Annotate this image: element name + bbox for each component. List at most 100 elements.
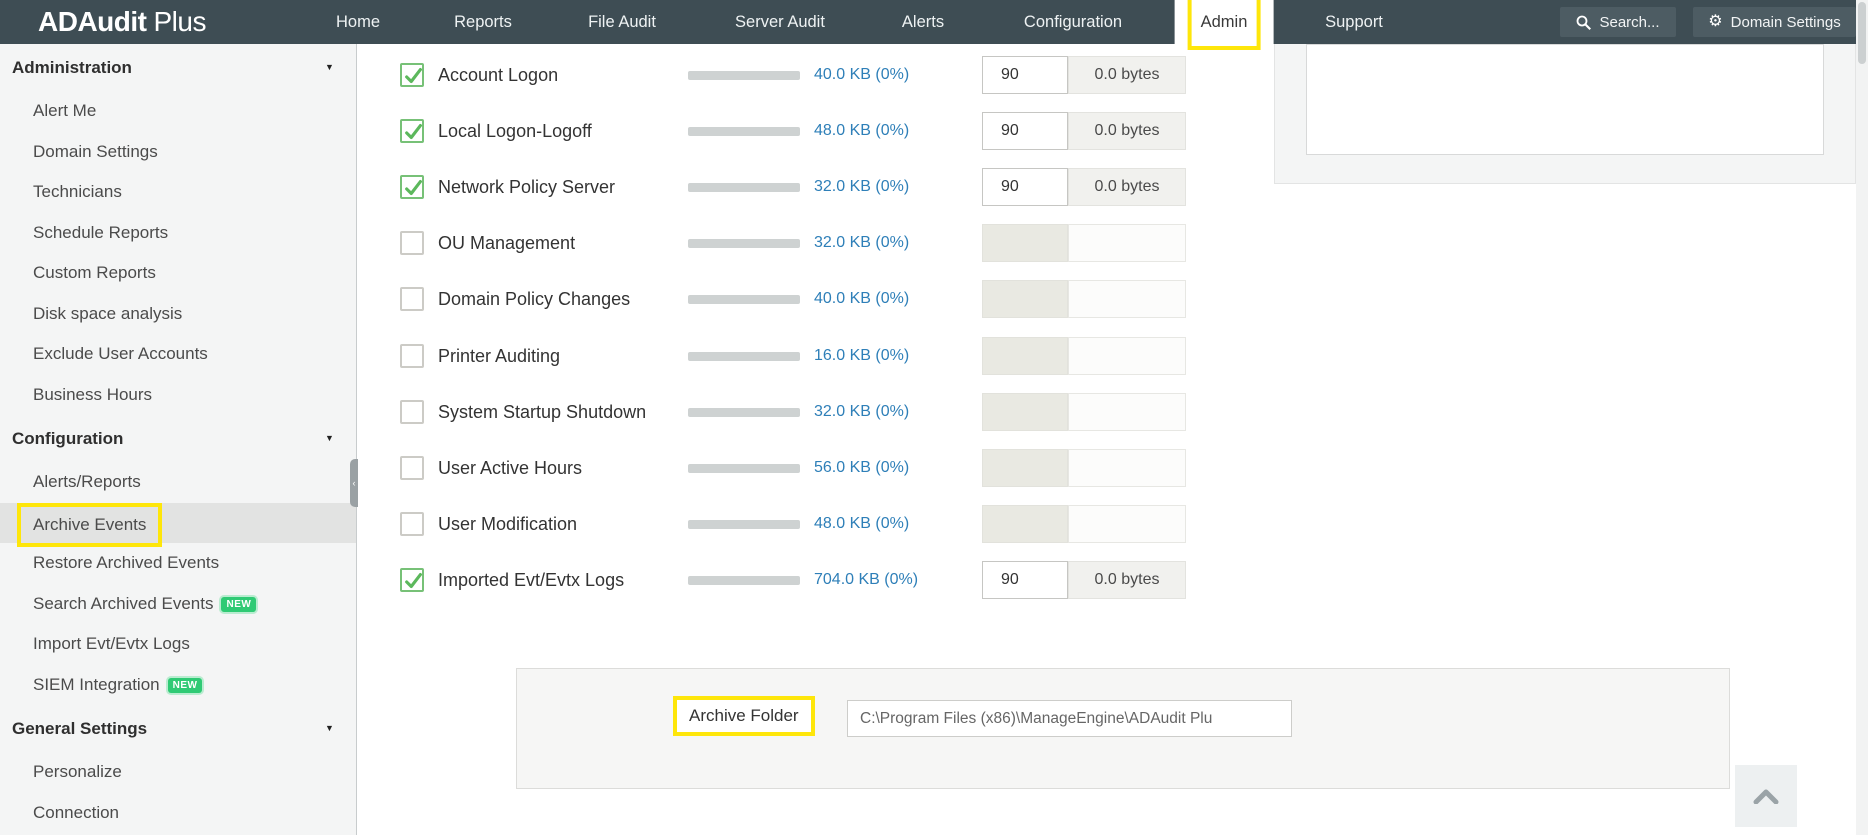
- sidebar-item-archive-events[interactable]: Archive Events: [0, 503, 356, 544]
- scrollbar-thumb[interactable]: [1858, 2, 1866, 64]
- sidebar-item-label: Alerts/Reports: [33, 472, 141, 491]
- category-label: Local Logon-Logoff: [438, 103, 592, 159]
- nav-item-reports[interactable]: Reports: [454, 0, 512, 44]
- info-panel: [1274, 44, 1856, 184]
- sidebar-item-label: Alert Me: [33, 101, 96, 120]
- retention-days-input-disabled: [982, 280, 1068, 318]
- brand-name-light: Plus: [153, 6, 205, 37]
- category-size-link[interactable]: 40.0 KB (0%): [814, 47, 909, 103]
- sidebar-section-administration[interactable]: Administration▼: [0, 44, 356, 91]
- checkbox-unchecked[interactable]: [400, 287, 424, 311]
- archived-size-readonly: 0.0 bytes: [1068, 561, 1186, 599]
- disk-usage-progress-bar: [688, 464, 800, 473]
- new-badge: NEW: [221, 597, 256, 612]
- sidebar-item-import-evt-evtx-logs[interactable]: Import Evt/Evtx Logs: [0, 624, 356, 665]
- nav-item-admin[interactable]: Admin: [1175, 0, 1274, 44]
- search-icon: [1576, 15, 1591, 30]
- sidebar-item-domain-settings[interactable]: Domain Settings: [0, 132, 356, 173]
- archived-size-readonly: 0.0 bytes: [1068, 56, 1186, 94]
- checkmark-icon: [403, 121, 425, 143]
- nav-item-alerts[interactable]: Alerts: [902, 0, 944, 44]
- disk-usage-progress-bar: [688, 183, 800, 192]
- sidebar-item-schedule-reports[interactable]: Schedule Reports: [0, 213, 356, 254]
- checkbox-unchecked[interactable]: [400, 456, 424, 480]
- nav-item-label: Admin: [1188, 0, 1261, 50]
- nav-item-configuration[interactable]: Configuration: [1024, 0, 1122, 44]
- sidebar-item-business-hours[interactable]: Business Hours: [0, 375, 356, 416]
- category-size-link[interactable]: 32.0 KB (0%): [814, 159, 909, 215]
- retention-days-input-disabled: [982, 337, 1068, 375]
- sidebar-item-label: Restore Archived Events: [33, 553, 219, 572]
- sidebar-item-restore-archived-events[interactable]: Restore Archived Events: [0, 543, 356, 584]
- category-label: Domain Policy Changes: [438, 271, 630, 327]
- sidebar-item-alert-me[interactable]: Alert Me: [0, 91, 356, 132]
- sidebar-item-technicians[interactable]: Technicians: [0, 172, 356, 213]
- sidebar-item-search-archived-events[interactable]: Search Archived EventsNEW: [0, 584, 356, 625]
- scroll-to-top-button[interactable]: [1735, 765, 1797, 827]
- checkbox-unchecked[interactable]: [400, 344, 424, 368]
- sidebar-item-label: SIEM Integration: [33, 675, 160, 694]
- sidebar-section-label: General Settings: [12, 719, 147, 738]
- category-size-link[interactable]: 48.0 KB (0%): [814, 103, 909, 159]
- sidebar-item-label: Connection: [33, 803, 119, 822]
- sidebar-item-custom-reports[interactable]: Custom Reports: [0, 253, 356, 294]
- checkbox-unchecked[interactable]: [400, 231, 424, 255]
- sidebar-item-disk-space-analysis[interactable]: Disk space analysis: [0, 294, 356, 335]
- category-size-link[interactable]: 56.0 KB (0%): [814, 440, 909, 496]
- category-size-link[interactable]: 40.0 KB (0%): [814, 271, 909, 327]
- disk-usage-progress-bar: [688, 520, 800, 529]
- sidebar-item-label: Disk space analysis: [33, 304, 182, 323]
- category-label: Imported Evt/Evtx Logs: [438, 552, 624, 608]
- sidebar-item-alerts-reports[interactable]: Alerts/Reports: [0, 462, 356, 503]
- checkbox-unchecked[interactable]: [400, 512, 424, 536]
- category-size-link[interactable]: 32.0 KB (0%): [814, 384, 909, 440]
- nav-item-file-audit[interactable]: File Audit: [588, 0, 656, 44]
- category-size-link[interactable]: 48.0 KB (0%): [814, 496, 909, 552]
- sidebar-section-configuration[interactable]: Configuration▼: [0, 415, 356, 462]
- gear-icon: ⚙: [1708, 14, 1722, 30]
- disk-usage-progress-bar: [688, 408, 800, 417]
- archive-folder-input[interactable]: [847, 700, 1292, 737]
- category-size-link[interactable]: 704.0 KB (0%): [814, 552, 918, 608]
- sidebar-section-general-settings[interactable]: General Settings▼: [0, 705, 356, 752]
- checkbox-checked[interactable]: [400, 63, 424, 87]
- sidebar-item-personalize[interactable]: Personalize: [0, 752, 356, 793]
- app-logo[interactable]: ADAuditPlus: [38, 0, 206, 44]
- retention-days-input[interactable]: [982, 112, 1068, 150]
- nav-item-support[interactable]: Support: [1325, 0, 1383, 44]
- category-label: User Modification: [438, 496, 577, 552]
- sidebar-item-siem-integration[interactable]: SIEM Integration NEW: [0, 665, 356, 706]
- sidebar-collapse-icon[interactable]: ‹: [350, 459, 358, 507]
- archive-row-user-active-hours: User Active Hours56.0 KB (0%): [358, 440, 1210, 496]
- checkbox-unchecked[interactable]: [400, 400, 424, 424]
- checkmark-icon: [403, 65, 425, 87]
- checkbox-checked[interactable]: [400, 119, 424, 143]
- category-label: Printer Auditing: [438, 328, 560, 384]
- archive-row-network-policy-server: Network Policy Server32.0 KB (0%)0.0 byt…: [358, 159, 1210, 215]
- nav-item-home[interactable]: Home: [336, 0, 380, 44]
- archived-size-readonly: 0.0 bytes: [1068, 112, 1186, 150]
- page: ADAuditPlus Home Reports File Audit Server …: [0, 0, 1868, 835]
- retention-days-input[interactable]: [982, 168, 1068, 206]
- retention-days-input[interactable]: [982, 561, 1068, 599]
- disk-usage-progress-bar: [688, 71, 800, 80]
- archived-size-readonly-empty: [1068, 393, 1186, 431]
- category-size-link[interactable]: 32.0 KB (0%): [814, 215, 909, 271]
- checkbox-checked[interactable]: [400, 175, 424, 199]
- category-size-link[interactable]: 16.0 KB (0%): [814, 328, 909, 384]
- top-navbar: ADAuditPlus Home Reports File Audit Server …: [0, 0, 1868, 44]
- sidebar-item-exclude-user-accounts[interactable]: Exclude User Accounts: [0, 334, 356, 375]
- vertical-scrollbar[interactable]: [1856, 0, 1868, 835]
- sidebar-item-connection[interactable]: Connection: [0, 793, 356, 834]
- sidebar-item-label: Domain Settings: [33, 142, 158, 161]
- retention-days-input[interactable]: [982, 56, 1068, 94]
- new-badge: NEW: [168, 678, 203, 693]
- search-button[interactable]: Search...: [1560, 7, 1676, 37]
- retention-days-input-disabled: [982, 393, 1068, 431]
- domain-settings-button[interactable]: ⚙ Domain Settings: [1693, 7, 1856, 37]
- retention-days-input-disabled: [982, 505, 1068, 543]
- nav-item-server-audit[interactable]: Server Audit: [735, 0, 825, 44]
- archive-row-local-logon-logoff: Local Logon-Logoff 48.0 KB (0%) 0.0 bytes: [358, 103, 1210, 159]
- archive-row-ou-management: OU Management32.0 KB (0%): [358, 215, 1210, 271]
- checkbox-checked[interactable]: [400, 568, 424, 592]
